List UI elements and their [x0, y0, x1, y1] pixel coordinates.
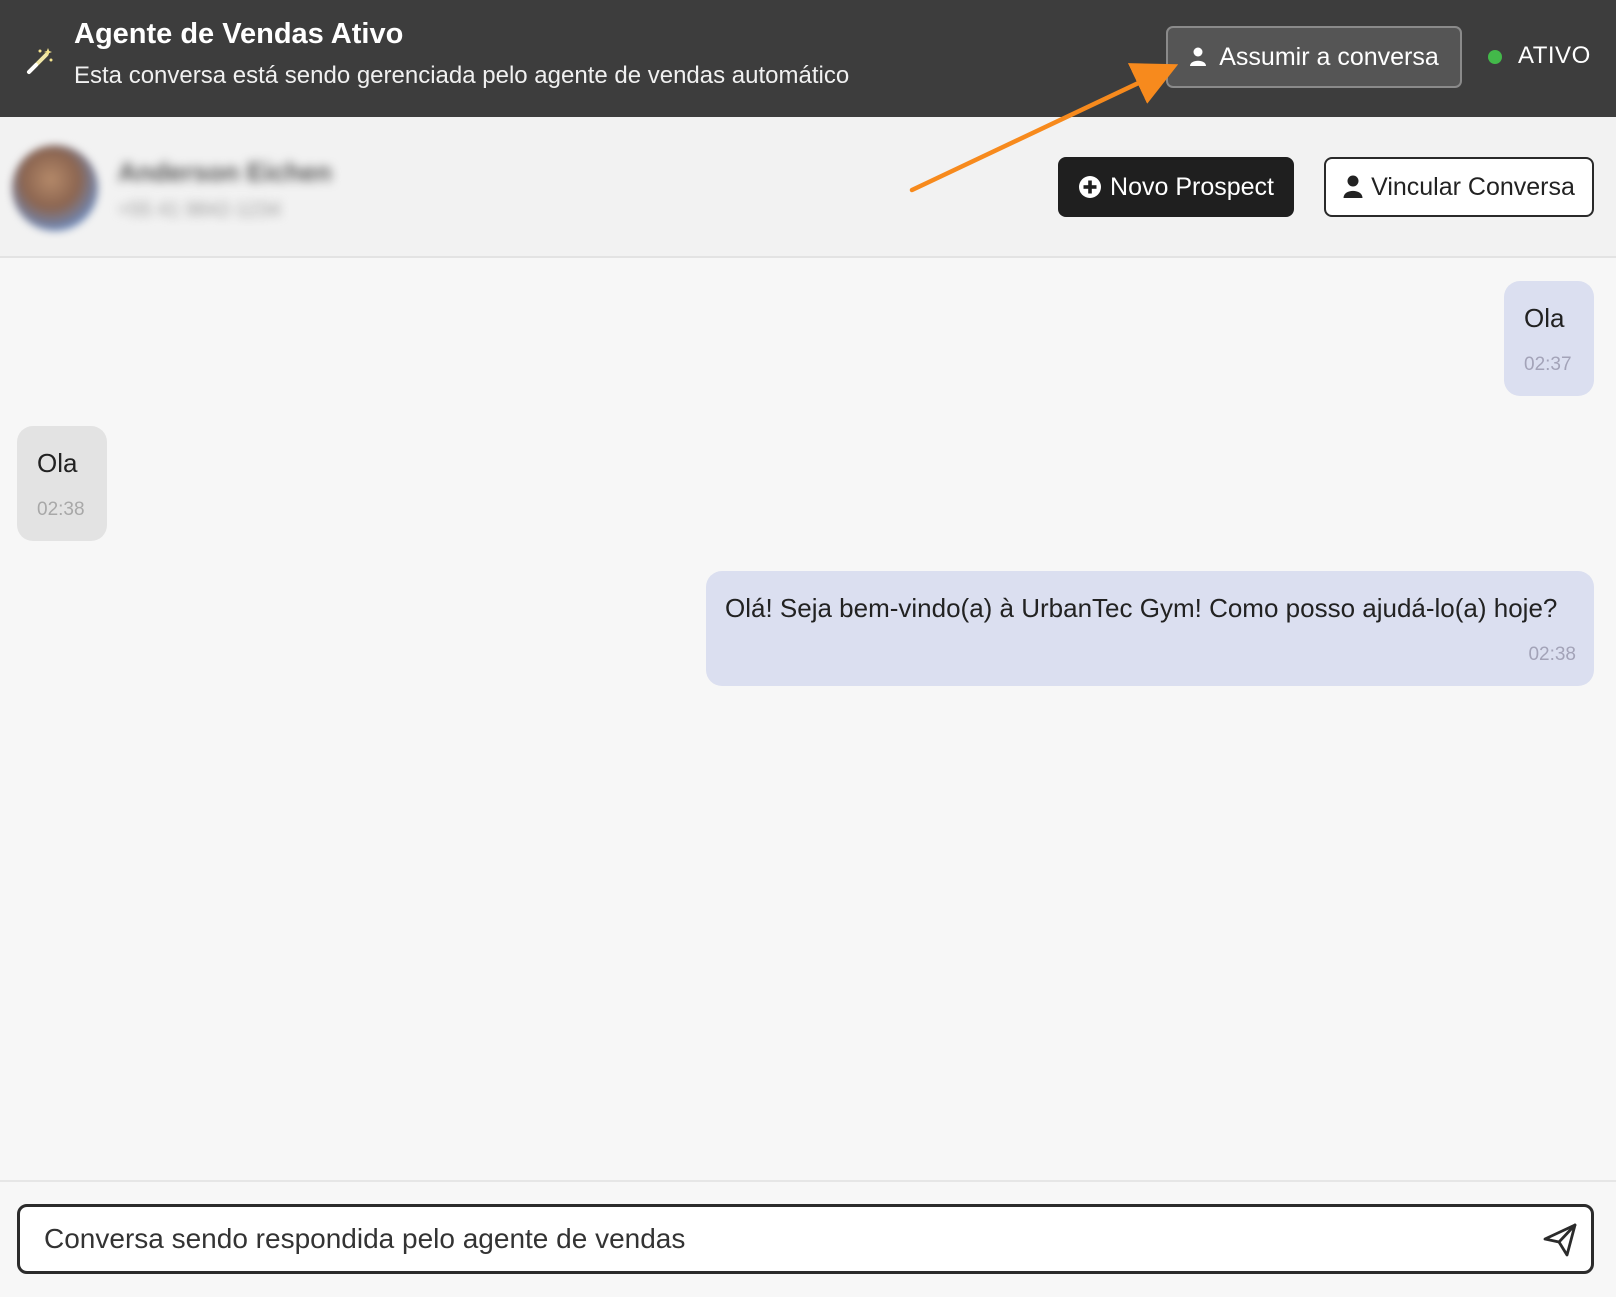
message-time: 02:38: [1528, 644, 1576, 665]
banner-title: Agente de Vendas Ativo: [74, 18, 404, 50]
user-icon: [1343, 175, 1363, 198]
status-label: ATIVO: [1518, 42, 1591, 69]
message-bubble-outgoing: Olá! Seja bem-vindo(a) à UrbanTec Gym! C…: [706, 571, 1594, 686]
contact-name: Anderson Eichen: [118, 157, 332, 187]
magic-wand-icon: [27, 48, 53, 74]
new-prospect-label: Novo Prospect: [1110, 172, 1274, 201]
user-icon: [1190, 47, 1207, 66]
new-prospect-button[interactable]: Novo Prospect: [1058, 157, 1294, 217]
message-text: Ola: [37, 448, 78, 478]
contact-header: Anderson Eichen +55 41 9842-1234 Novo Pr…: [0, 117, 1616, 258]
message-time: 02:38: [37, 499, 85, 520]
message-composer: [0, 1180, 1616, 1297]
status-indicator-dot: [1488, 50, 1502, 64]
link-conversation-button[interactable]: Vincular Conversa: [1324, 157, 1594, 217]
contact-phone: +55 41 9842-1234: [118, 199, 281, 221]
send-button[interactable]: [1538, 1218, 1582, 1262]
send-icon: [1543, 1223, 1577, 1257]
banner-subtitle: Esta conversa está sendo gerenciada pelo…: [74, 62, 850, 89]
chat-window: Agente de Vendas Ativo Esta conversa est…: [0, 0, 1616, 1297]
plus-circle-icon: [1079, 176, 1102, 198]
message-text: Ola: [1524, 303, 1565, 333]
message-input[interactable]: [17, 1204, 1594, 1274]
contact-avatar[interactable]: [12, 145, 98, 231]
take-over-conversation-button[interactable]: Assumir a conversa: [1166, 26, 1462, 88]
agent-status-banner: Agente de Vendas Ativo Esta conversa est…: [0, 0, 1616, 117]
message-bubble-outgoing: Ola 02:37: [1504, 281, 1594, 396]
take-over-label: Assumir a conversa: [1219, 42, 1439, 71]
message-text: Olá! Seja bem-vindo(a) à UrbanTec Gym! C…: [725, 593, 1558, 623]
message-time: 02:37: [1524, 354, 1572, 375]
link-conversation-label: Vincular Conversa: [1371, 172, 1575, 201]
message-bubble-incoming: Ola 02:38: [17, 426, 107, 541]
